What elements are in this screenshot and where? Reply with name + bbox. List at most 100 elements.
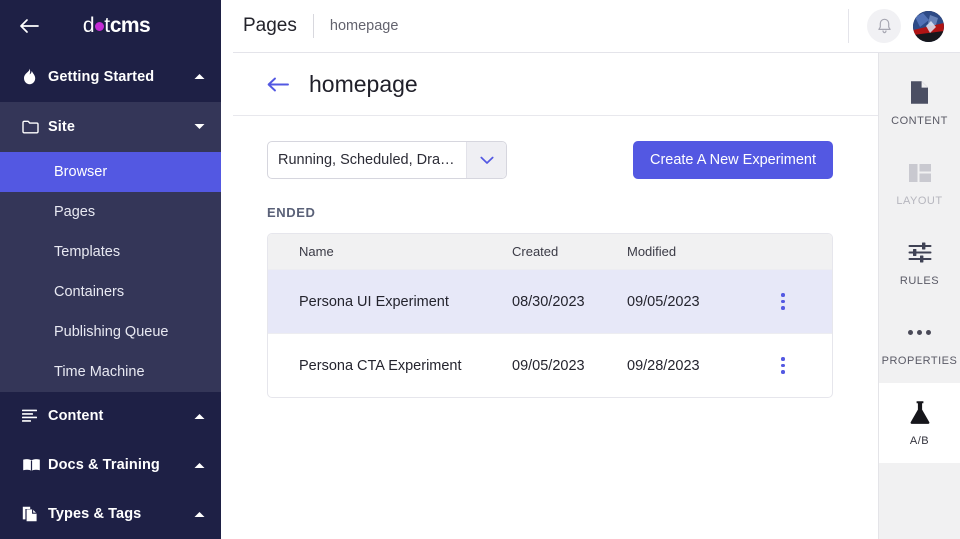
topbar-divider: [848, 9, 849, 43]
chevron-up-icon: [191, 73, 207, 80]
flame-icon: [22, 68, 48, 85]
table-row[interactable]: Persona CTA Experiment 09/05/2023 09/28/…: [268, 333, 832, 397]
top-bar: Pages homepage: [233, 0, 960, 53]
sidebar-item-templates[interactable]: Templates: [0, 232, 221, 272]
cell-modified: 09/28/2023: [616, 358, 736, 374]
kebab-menu-icon[interactable]: [777, 353, 789, 378]
ellipsis-icon: [908, 320, 931, 346]
cell-name: Persona CTA Experiment: [268, 358, 501, 374]
sidebar-group-label: Getting Started: [48, 69, 191, 85]
rail-label: CONTENT: [891, 115, 948, 127]
sidebar-collapse-button[interactable]: [18, 15, 40, 37]
right-rail: CONTENT LAYOUT: [878, 53, 960, 539]
column-header-modified: Modified: [616, 244, 736, 259]
sidebar-item-time-machine[interactable]: Time Machine: [0, 352, 221, 392]
sidebar-item-containers[interactable]: Containers: [0, 272, 221, 312]
logo-text-cms: cms: [110, 14, 150, 37]
app-root: dtcms Getting Started: [0, 0, 960, 539]
sidebar-item-browser[interactable]: Browser: [0, 152, 221, 192]
bell-icon: [877, 18, 892, 35]
chevron-up-icon: [191, 413, 207, 420]
page-back-button[interactable]: [267, 71, 293, 97]
cell-modified: 09/05/2023: [616, 294, 736, 310]
sidebar-group-site: Site Browser Pages Templates Containers …: [0, 102, 221, 392]
sidebar-header: dtcms: [0, 0, 221, 52]
rail-label: LAYOUT: [896, 195, 942, 207]
kebab-menu-icon[interactable]: [777, 289, 789, 314]
rail-label: PROPERTIES: [882, 355, 958, 367]
cell-actions: [736, 353, 832, 378]
rail-item-rules[interactable]: RULES: [879, 223, 960, 303]
breadcrumb-separator: [313, 14, 314, 38]
table-row[interactable]: Persona UI Experiment 08/30/2023 09/05/2…: [268, 269, 832, 333]
sidebar-child-label: Browser: [54, 164, 107, 180]
sidebar-item-site[interactable]: Site: [0, 102, 221, 152]
dotcms-logo: dtcms: [40, 15, 207, 36]
sidebar-child-label: Templates: [54, 244, 120, 260]
chevron-up-icon: [191, 511, 207, 518]
breadcrumb-current: homepage: [330, 18, 399, 34]
sidebar-item-docs-training[interactable]: Docs & Training: [0, 441, 221, 490]
sidebar-item-content[interactable]: Content: [0, 392, 221, 441]
sidebar-group-label: Docs & Training: [48, 457, 191, 473]
sidebar-item-pages[interactable]: Pages: [0, 192, 221, 232]
rail-item-ab[interactable]: A/B: [879, 383, 960, 463]
chevron-down-icon: [480, 156, 494, 165]
experiments-toolbar: Running, Scheduled, Dra… Create A New Ex…: [267, 141, 833, 179]
cell-created: 09/05/2023: [501, 358, 616, 374]
status-filter-toggle[interactable]: [466, 142, 506, 178]
main-area: Pages homepage: [233, 0, 960, 539]
flask-icon: [909, 400, 931, 426]
sliders-icon: [908, 240, 932, 266]
dot-icon: [95, 22, 104, 31]
rail-label: RULES: [900, 275, 939, 287]
lines-icon: [22, 409, 48, 423]
sidebar-group-label: Content: [48, 408, 191, 424]
sidebar-group-label: Site: [48, 119, 191, 135]
sidebar-child-label: Time Machine: [54, 364, 145, 380]
rail-label: A/B: [910, 435, 929, 447]
status-filter-select[interactable]: Running, Scheduled, Dra…: [267, 141, 507, 179]
cell-created: 08/30/2023: [501, 294, 616, 310]
table-header-row: Name Created Modified: [268, 234, 832, 269]
book-icon: [22, 458, 48, 472]
arrow-left-icon: [19, 18, 39, 34]
cell-actions: [736, 289, 832, 314]
avatar[interactable]: [913, 11, 944, 42]
content-wrapper: homepage Running, Scheduled, Dra…: [233, 53, 960, 539]
page-title: homepage: [309, 71, 418, 98]
sidebar-gutter: [221, 0, 233, 539]
create-experiment-button[interactable]: Create A New Experiment: [633, 141, 833, 179]
chevron-down-icon: [191, 123, 207, 130]
experiments-body: Running, Scheduled, Dra… Create A New Ex…: [233, 116, 878, 398]
document-icon: [909, 80, 930, 106]
arrow-left-icon: [267, 76, 291, 93]
user-avatar-image: [913, 11, 944, 42]
sidebar-group-label: Types & Tags: [48, 506, 191, 522]
experiments-panel: homepage Running, Scheduled, Dra…: [233, 53, 878, 539]
sidebar-item-getting-started[interactable]: Getting Started: [0, 52, 221, 102]
sidebar-child-label: Pages: [54, 204, 95, 220]
notifications-button[interactable]: [867, 9, 901, 43]
sidebar-child-label: Containers: [54, 284, 124, 300]
folder-icon: [22, 120, 48, 134]
status-filter-value: Running, Scheduled, Dra…: [268, 142, 466, 178]
rail-item-content[interactable]: CONTENT: [879, 63, 960, 143]
chevron-up-icon: [191, 462, 207, 469]
copy-icon: [22, 506, 48, 522]
logo-text-d: d: [83, 14, 94, 37]
sidebar-item-publishing-queue[interactable]: Publishing Queue: [0, 312, 221, 352]
experiments-table: Name Created Modified Persona UI Experim…: [267, 233, 833, 398]
column-header-created: Created: [501, 244, 616, 259]
cell-name: Persona UI Experiment: [268, 294, 501, 310]
rail-item-properties[interactable]: PROPERTIES: [879, 303, 960, 383]
layout-icon: [908, 160, 932, 186]
page-header: homepage: [233, 53, 878, 116]
sidebar-group-getting-started: Getting Started: [0, 52, 221, 102]
left-sidebar: dtcms Getting Started: [0, 0, 221, 539]
experiment-group-label: ENDED: [267, 205, 878, 220]
column-header-name: Name: [268, 244, 501, 259]
sidebar-child-label: Publishing Queue: [54, 324, 168, 340]
breadcrumb-main[interactable]: Pages: [243, 15, 297, 37]
sidebar-item-types-tags[interactable]: Types & Tags: [0, 490, 221, 539]
